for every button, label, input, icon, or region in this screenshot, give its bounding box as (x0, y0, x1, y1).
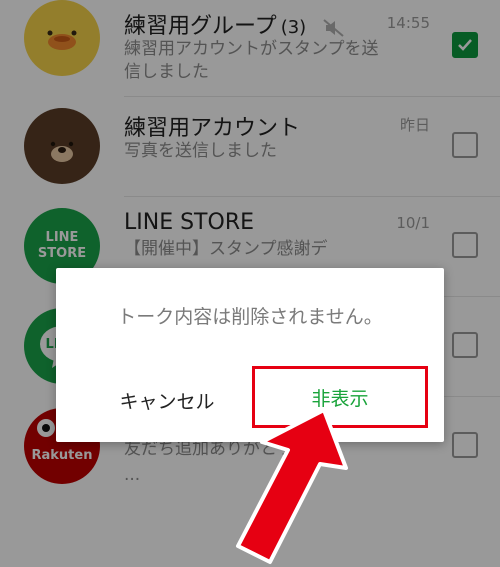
dialog-message: トーク内容は削除されません。 (117, 306, 383, 328)
pointer-arrow-icon (236, 408, 348, 564)
